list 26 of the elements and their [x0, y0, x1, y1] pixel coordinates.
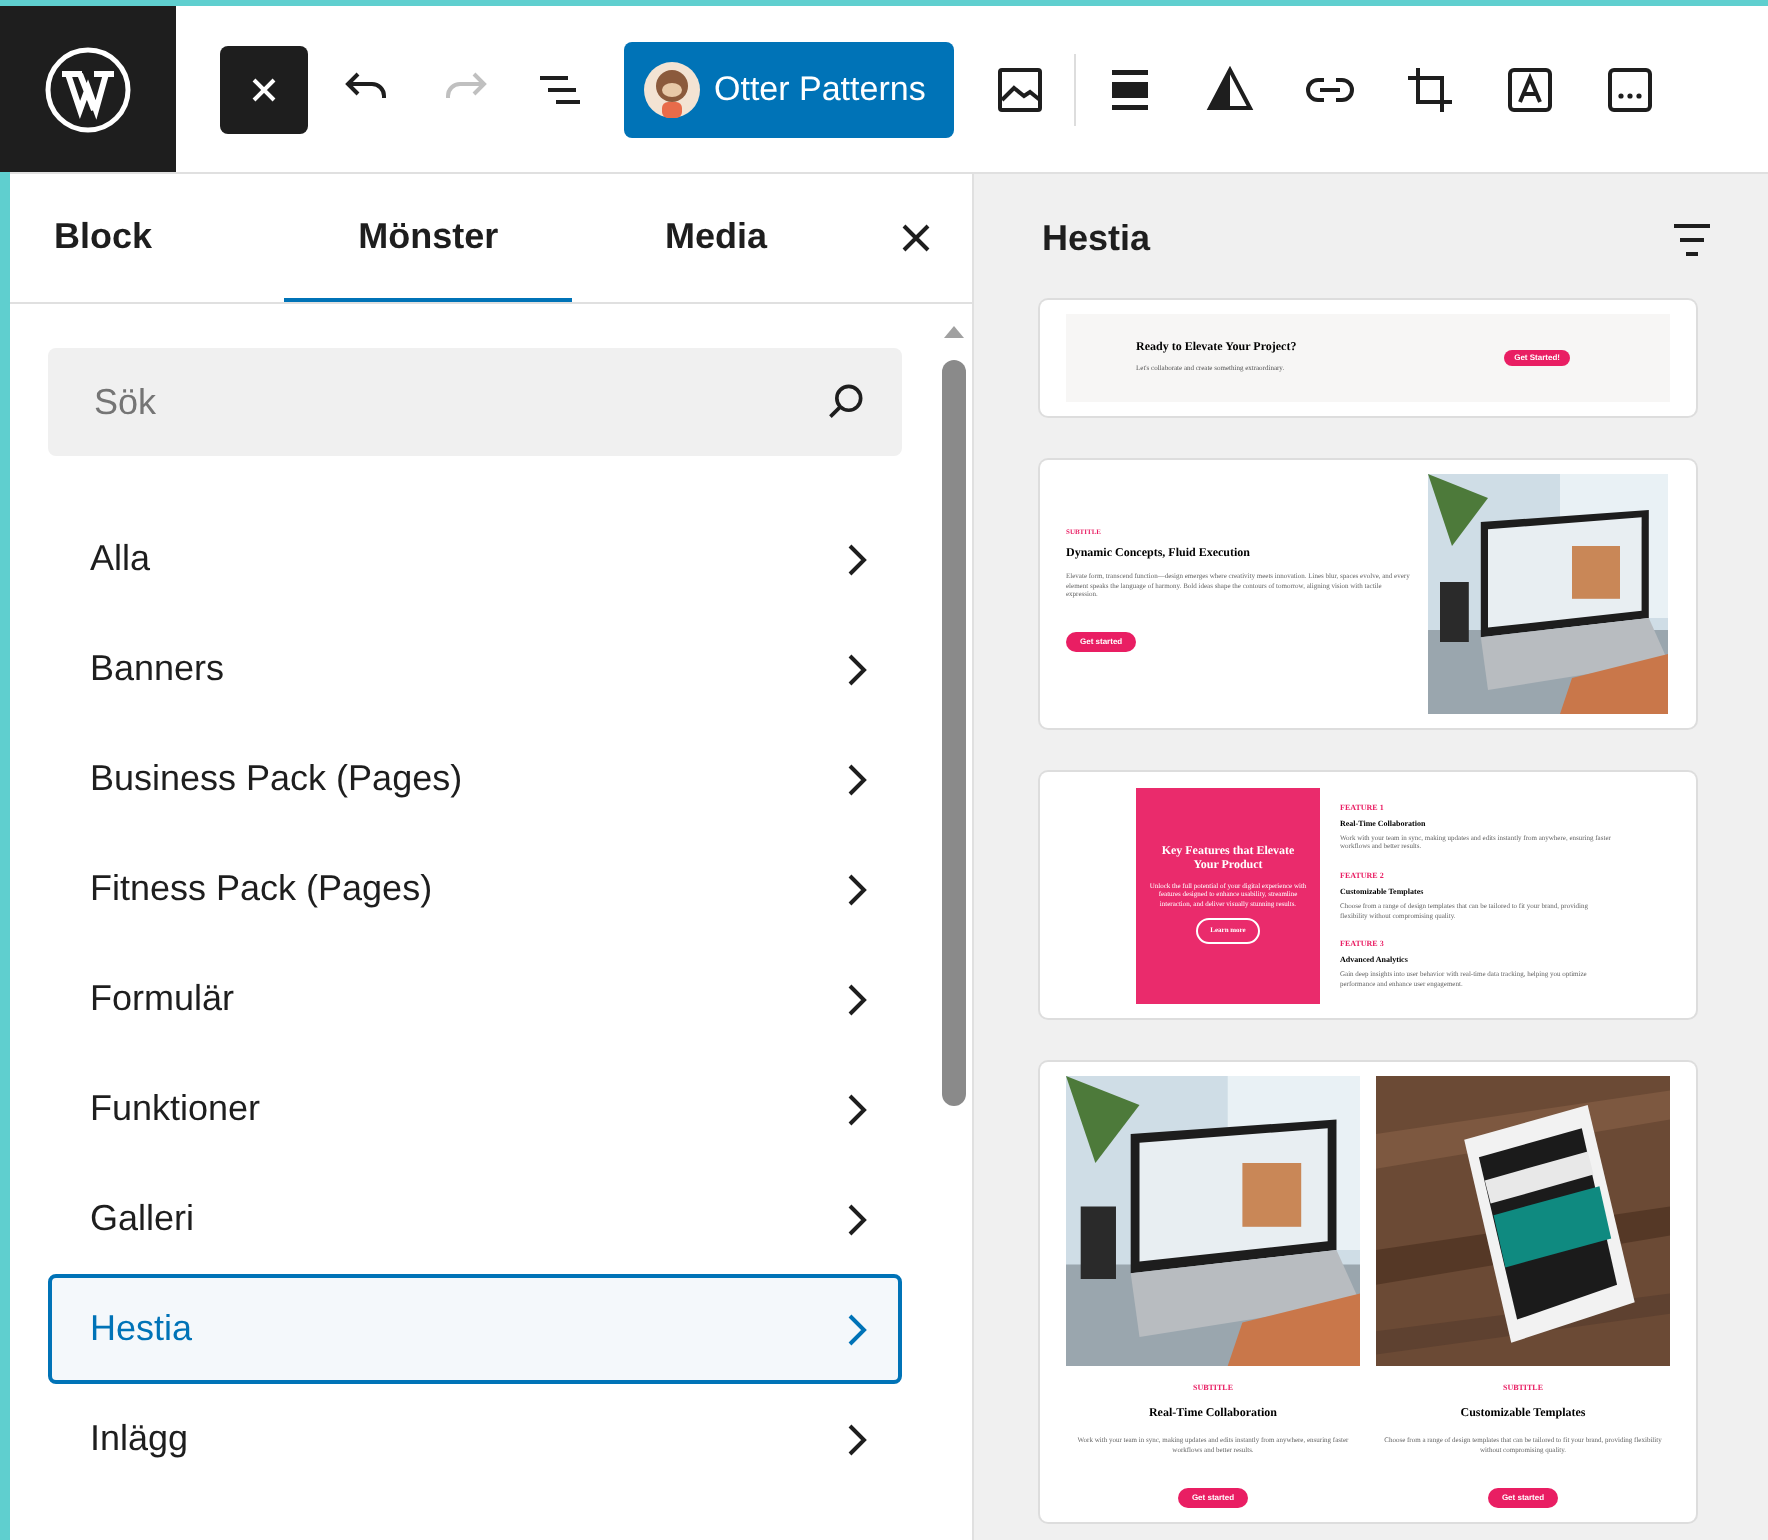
pattern-card[interactable] — [1040, 1062, 1696, 1522]
category-item[interactable]: Business Pack (Pages) — [48, 724, 902, 834]
otter-avatar-icon — [644, 61, 700, 117]
category-item[interactable]: Alla — [48, 504, 902, 614]
filter-icon[interactable] — [1672, 221, 1712, 257]
category-item[interactable]: Galleri — [48, 1164, 902, 1274]
category-item[interactable]: Fitness Pack (Pages) — [48, 834, 902, 944]
wordpress-logo[interactable] — [0, 6, 176, 172]
close-button[interactable] — [220, 45, 308, 133]
pattern-card[interactable] — [1040, 460, 1696, 728]
otter-patterns-button[interactable]: Otter Patterns — [624, 41, 954, 137]
panel-tab[interactable]: Media — [572, 174, 860, 302]
scroll-up-icon[interactable] — [942, 324, 966, 340]
category-item[interactable]: Formulär — [48, 944, 902, 1054]
search-icon — [824, 380, 868, 424]
category-item[interactable]: Hestia — [48, 1274, 902, 1384]
close-icon — [902, 224, 930, 252]
scrollbar-thumb[interactable] — [942, 360, 966, 1106]
search-field[interactable]: Sök — [48, 348, 902, 456]
category-item[interactable]: Funktioner — [48, 1054, 902, 1164]
panel-tab[interactable]: Block — [10, 174, 285, 302]
panel-tab[interactable]: Mönster — [284, 174, 573, 302]
category-item[interactable]: Banners — [48, 614, 902, 724]
panel-title: Hestia — [1042, 216, 1153, 262]
close-icon — [250, 75, 278, 103]
category-item[interactable]: Inlägg — [48, 1384, 902, 1494]
